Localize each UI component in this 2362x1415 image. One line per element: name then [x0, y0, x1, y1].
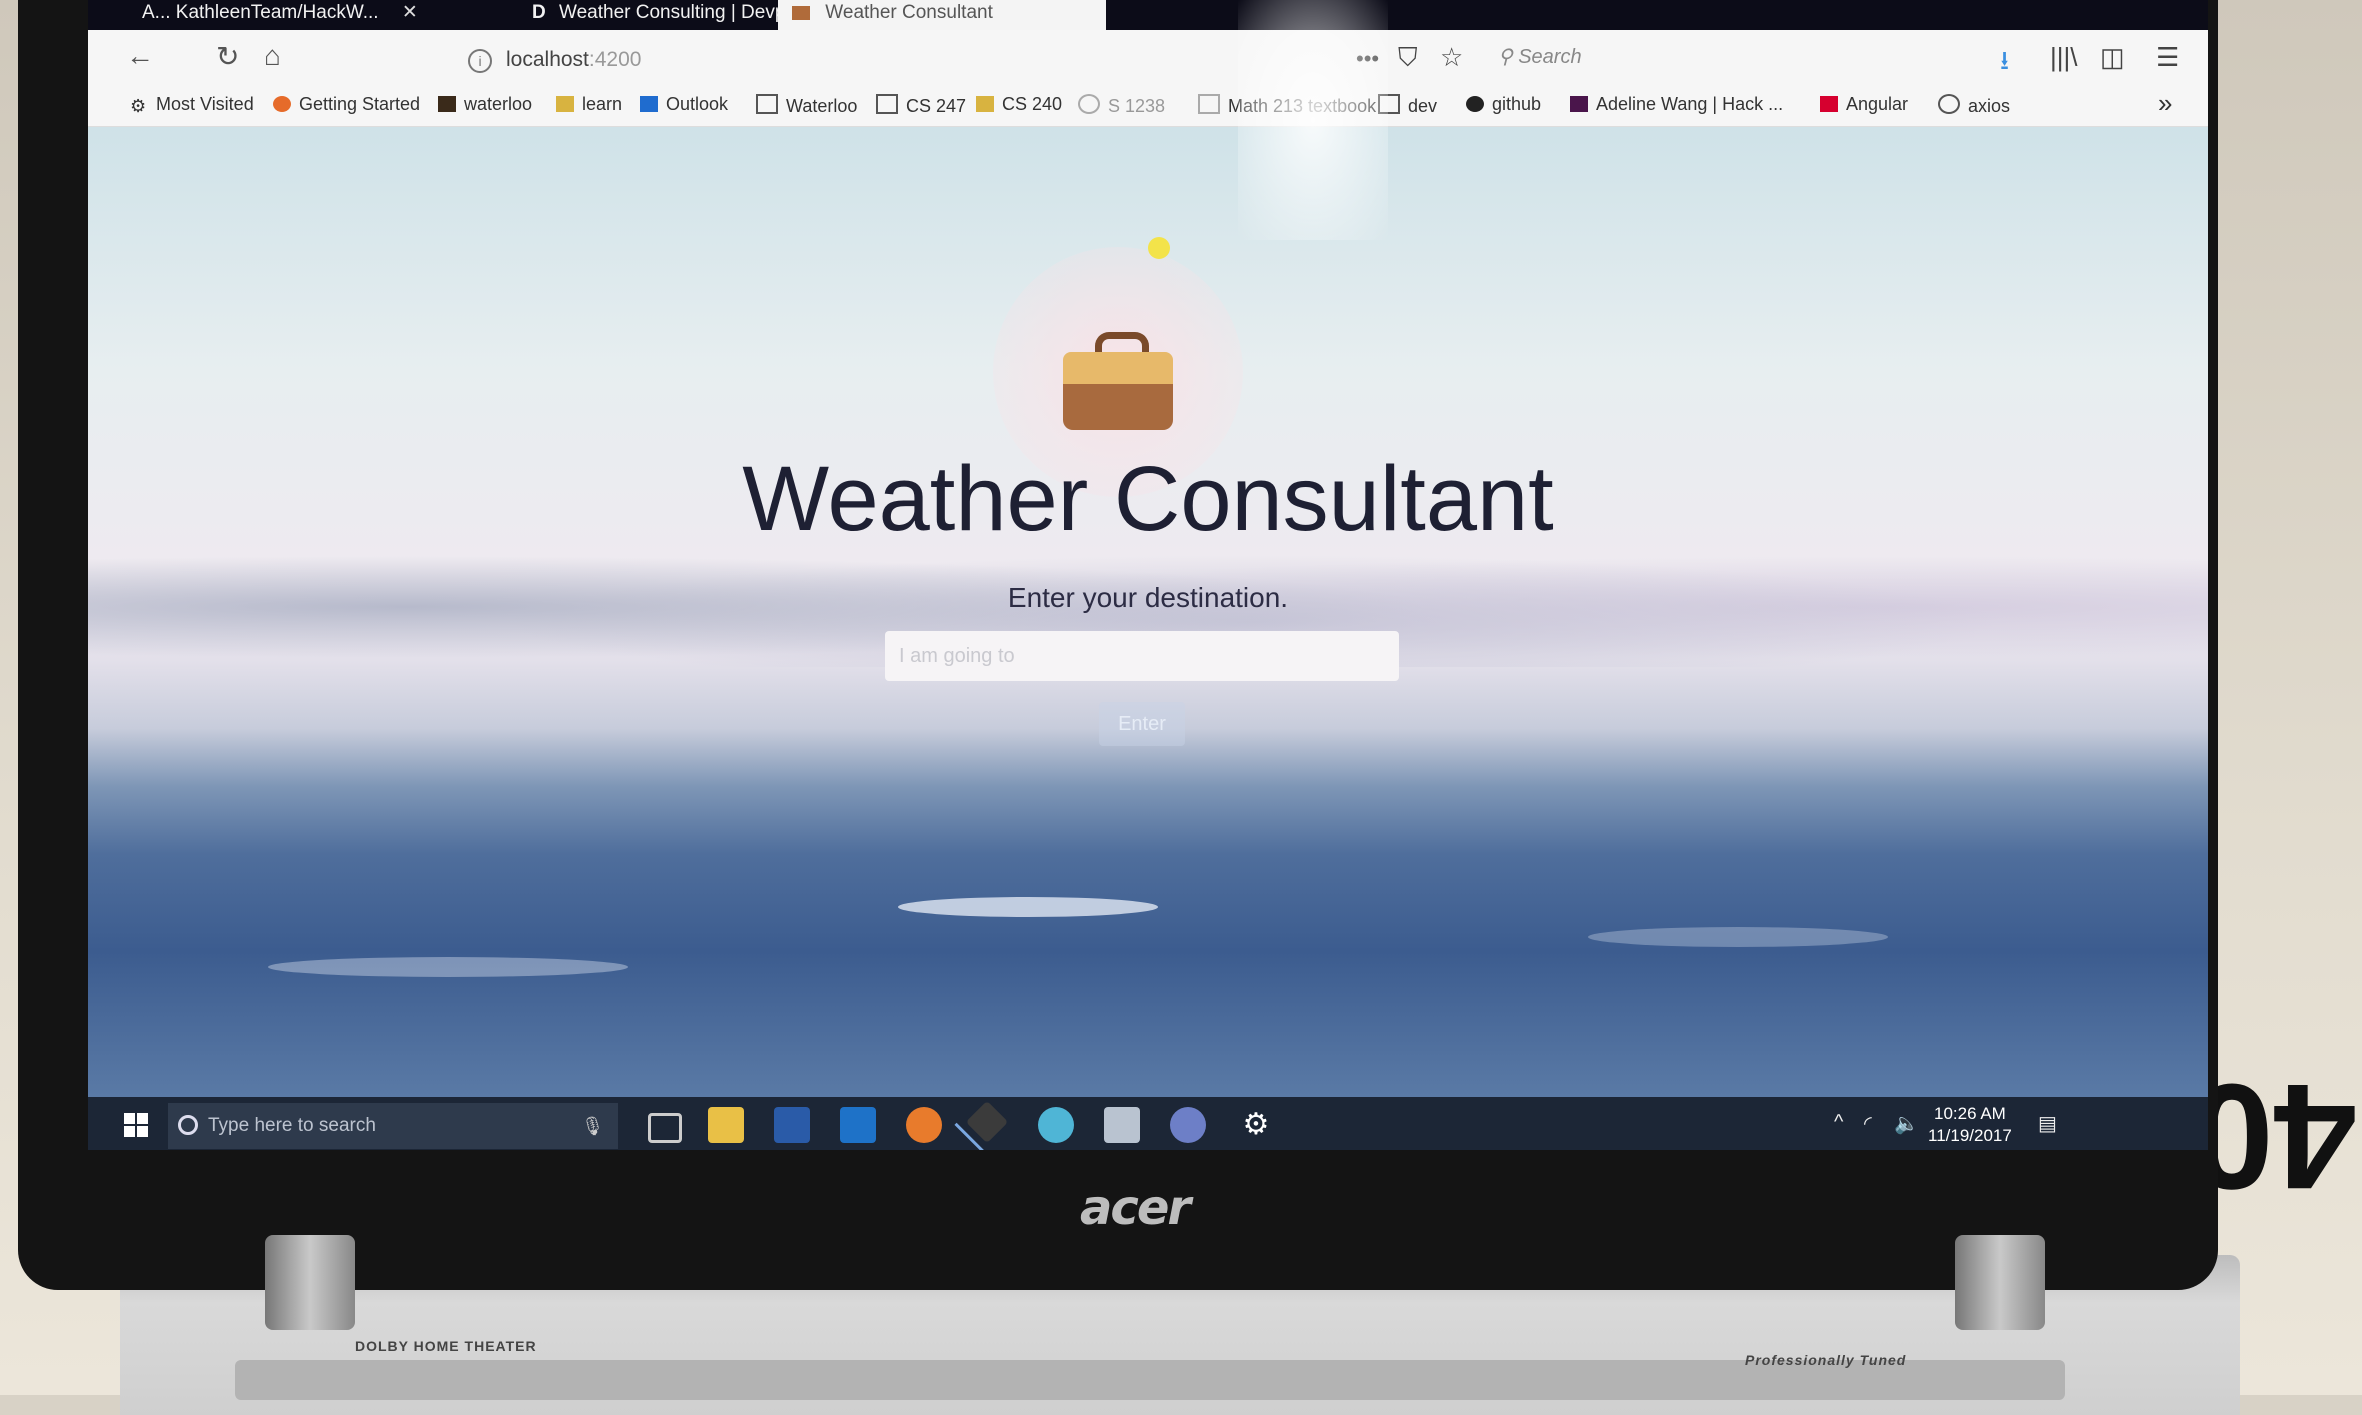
tab-github[interactable]: A... KathleenTeam/HackW... ✕: [128, 0, 516, 30]
system-clock[interactable]: 10:26 AM 11/19/2017: [1928, 1103, 2012, 1147]
bookmark-dev[interactable]: dev: [1378, 94, 1437, 117]
page-title: Weather Consultant: [742, 448, 1554, 550]
tab-label: A... KathleenTeam/HackW...: [142, 2, 379, 23]
wave-crest: [268, 957, 628, 977]
sidebar-icon[interactable]: ◫: [2100, 42, 2125, 73]
download-icon[interactable]: ⭳: [2000, 42, 2009, 86]
crest-icon: [976, 96, 994, 112]
bookmark-adeline[interactable]: Adeline Wang | Hack ...: [1570, 94, 1783, 115]
search-placeholder: Search: [1518, 46, 1582, 68]
link-icon: [1078, 94, 1100, 114]
pocket-icon[interactable]: ⛉: [1398, 42, 1418, 74]
devpost-icon: D: [532, 2, 546, 23]
bookmark-outlook[interactable]: Outlook: [640, 94, 728, 115]
url-host: localhost: [506, 48, 589, 71]
tuned-label: Professionally Tuned: [1745, 1352, 1907, 1368]
folder-icon: [1378, 94, 1400, 114]
cortana-icon: [178, 1115, 198, 1135]
settings-gear-icon[interactable]: ⚙: [1238, 1107, 1274, 1143]
sun-icon: [1148, 237, 1170, 259]
bookmark-angular[interactable]: Angular: [1820, 94, 1908, 115]
reload-icon[interactable]: ↻: [216, 40, 239, 73]
bookmarks-toolbar: ⚙ Most Visited Getting Started waterloo l…: [88, 86, 2208, 127]
url-bar[interactable]: i localhost:4200: [468, 42, 1548, 78]
info-icon[interactable]: i: [468, 49, 492, 73]
url-port: :4200: [588, 48, 642, 71]
slack-icon: [1570, 96, 1588, 112]
wave-crest: [898, 897, 1158, 917]
laptop-screen: A... KathleenTeam/HackW... ✕ D Weather C…: [88, 0, 2208, 1150]
news-app-icon[interactable]: [1104, 1107, 1140, 1143]
bookmark-cs247[interactable]: CS 247: [876, 94, 966, 117]
acer-logo: acer: [1080, 1180, 1191, 1236]
left-hinge: [265, 1235, 355, 1330]
tab-weather-consultant[interactable]: Weather Consultant: [778, 0, 1106, 30]
github-icon: [1466, 96, 1484, 112]
firefox-taskbar-icon[interactable]: [906, 1107, 942, 1143]
eclipse-icon[interactable]: [1170, 1107, 1206, 1143]
windows-start-icon[interactable]: [124, 1113, 148, 1137]
destination-input[interactable]: [885, 631, 1399, 681]
bookmark-axios[interactable]: axios: [1938, 94, 2010, 117]
chevron-up-icon[interactable]: ^: [1834, 1111, 1843, 1134]
firefox-icon: [273, 96, 291, 112]
right-hinge: [1955, 1235, 2045, 1330]
star-icon[interactable]: ☆: [1440, 42, 1463, 73]
bookmark-getting-started[interactable]: Getting Started: [273, 94, 420, 115]
taskbar-search-placeholder: Type here to search: [208, 1115, 376, 1136]
bookmark-learn[interactable]: learn: [556, 94, 622, 115]
wave-crest: [1588, 927, 1888, 947]
taskbar-search[interactable]: Type here to search 🎙: [168, 1103, 618, 1149]
close-icon[interactable]: ✕: [402, 2, 418, 23]
nav-bar: ← ↻ ⌂ i localhost:4200 ••• ⛉ ☆ ⚲ Search ⭳…: [88, 30, 2208, 86]
folder-icon: [756, 94, 778, 114]
bookmarks-overflow-icon[interactable]: »: [2158, 88, 2172, 119]
enter-button[interactable]: Enter: [1099, 702, 1185, 746]
wifi-icon[interactable]: ◜: [1864, 1111, 1872, 1136]
shield-icon: [438, 96, 456, 112]
tab-label: Weather Consulting | Devpost: [559, 2, 811, 23]
bookmark-waterloo-folder[interactable]: Waterloo: [756, 94, 857, 117]
home-icon[interactable]: ⌂: [264, 40, 281, 72]
clock-time: 10:26 AM: [1934, 1104, 2006, 1123]
notifications-icon[interactable]: ▤: [2038, 1111, 2057, 1136]
back-arrow-icon[interactable]: ←: [126, 40, 154, 72]
bookmark-cs240[interactable]: CS 240: [976, 94, 1062, 115]
bookmark-most-visited[interactable]: ⚙ Most Visited: [130, 94, 254, 116]
briefcase-icon: [1063, 332, 1173, 430]
crest-icon: [556, 96, 574, 112]
bookmark-math213[interactable]: Math 213 textbook: [1198, 94, 1376, 117]
bookmark-s1238[interactable]: S 1238: [1078, 94, 1165, 117]
library-icon[interactable]: |||\: [2050, 42, 2078, 73]
volume-icon[interactable]: 🔈: [1894, 1111, 1919, 1136]
file-explorer-icon[interactable]: [708, 1107, 744, 1143]
word-icon[interactable]: [774, 1107, 810, 1143]
github-icon: [1938, 94, 1960, 114]
gear-icon: ⚙: [130, 96, 147, 116]
angular-icon: [1820, 96, 1838, 112]
search-icon: ⚲: [1498, 46, 1519, 68]
page-subtitle: Enter your destination.: [1007, 582, 1289, 613]
bookmark-github[interactable]: github: [1466, 94, 1541, 115]
web-page: Weather Consultant Enter your destinatio…: [88, 127, 2208, 1097]
git-icon[interactable]: [965, 1100, 1009, 1144]
page-actions-menu[interactable]: •••: [1356, 46, 1379, 72]
microphone-icon[interactable]: 🎙: [581, 1103, 604, 1149]
folder-icon: [876, 94, 898, 114]
hamburger-menu-icon[interactable]: ☰: [2156, 42, 2179, 73]
page-icon: [1198, 94, 1220, 114]
outlook-icon: [640, 96, 658, 112]
taskbar: Type here to search 🎙 ⚙ ^ ◜ 🔈 10:26 AM 1…: [88, 1097, 2208, 1150]
tab-label: Weather Consultant: [825, 2, 993, 23]
search-input[interactable]: ⚲ Search: [1498, 38, 1958, 76]
bookmark-waterloo[interactable]: waterloo: [438, 94, 532, 115]
globe-app-icon[interactable]: [1038, 1107, 1074, 1143]
clock-date: 11/19/2017: [1928, 1126, 2012, 1145]
dolby-label: DOLBY HOME THEATER: [355, 1338, 537, 1354]
outlook-taskbar-icon[interactable]: [840, 1107, 876, 1143]
briefcase-favicon-icon: [792, 5, 810, 20]
tab-bar: A... KathleenTeam/HackW... ✕ D Weather C…: [88, 0, 2208, 30]
task-view-icon[interactable]: [648, 1113, 682, 1143]
